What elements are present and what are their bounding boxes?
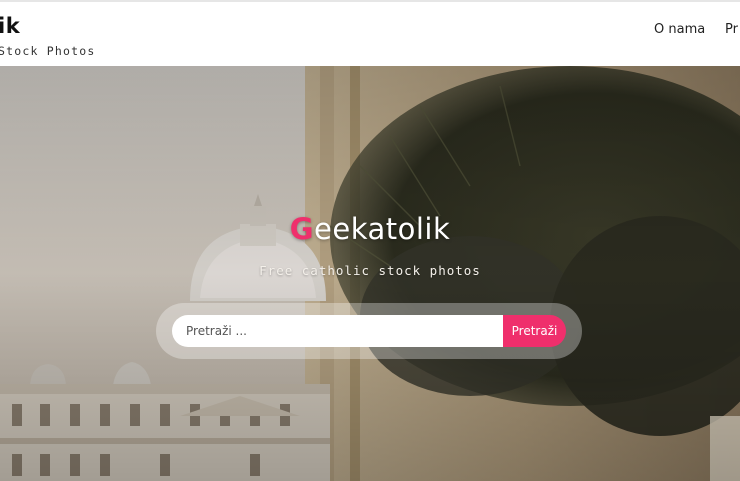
search-button[interactable]: Pretraži [503,315,566,347]
hero-section: Geekatolik Free catholic stock photos Pr… [0,66,740,481]
search-bar: Pretraži [156,303,582,359]
hero-subtitle: Free catholic stock photos [259,263,481,278]
hero-title-rest: eekatolik [314,212,451,246]
hero-title: Geekatolik [0,212,740,246]
site-tagline: Stock Photos [0,44,96,58]
nav-item-o-nama[interactable]: O nama [654,22,705,37]
hero-title-accent-letter: G [289,212,315,246]
nav-item-truncated[interactable]: Pr [725,22,738,37]
search-input[interactable] [172,315,504,347]
site-header: ik Stock Photos O nama Pr [0,0,740,66]
site-title[interactable]: ik [0,14,20,38]
